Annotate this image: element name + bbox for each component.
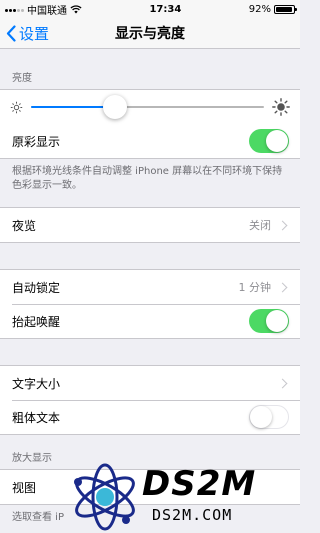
- text-size-label: 文字大小: [12, 376, 61, 391]
- night-shift-group: 夜览 关闭: [0, 207, 300, 243]
- zoom-footer: 选取查看 iP: [12, 512, 64, 523]
- true-tone-row: 原彩显示: [0, 124, 300, 158]
- auto-lock-right: 1 分钟: [239, 279, 290, 295]
- brightness-header: 亮度: [12, 73, 32, 84]
- auto-lock-row[interactable]: 自动锁定 1 分钟: [0, 270, 300, 304]
- text-size-right: [277, 378, 289, 388]
- zoom-view-row[interactable]: 视图: [0, 470, 300, 504]
- carrier-label: 中国联通: [27, 5, 67, 17]
- page-title: 显示与亮度: [115, 26, 185, 42]
- zoom-header: 放大显示: [12, 453, 52, 464]
- zoom-view-label: 视图: [12, 480, 37, 495]
- bold-text-row: 粗体文本: [0, 400, 300, 434]
- sun-small-icon: [10, 101, 23, 113]
- night-shift-right: 关闭: [249, 217, 289, 233]
- brightness-slider-row: [0, 90, 300, 124]
- auto-lock-value: 1 分钟: [238, 281, 272, 294]
- status-right: 92%: [248, 3, 297, 15]
- text-group: 文字大小 粗体文本: [0, 365, 300, 435]
- chevron-right-icon: [277, 220, 288, 230]
- brightness-group: 原彩显示: [0, 89, 300, 159]
- zoom-group: 视图: [0, 469, 300, 505]
- text-size-row[interactable]: 文字大小: [0, 366, 300, 400]
- toggle-knob: [266, 130, 288, 152]
- brightness-slider-thumb[interactable]: [102, 95, 127, 119]
- brightness-slider[interactable]: [31, 95, 264, 119]
- bold-text-toggle[interactable]: [249, 405, 289, 429]
- battery-percent: 92%: [248, 3, 271, 15]
- navigation-bar: 设置 显示与亮度: [0, 18, 300, 49]
- status-bar: 中国联通 17:34 92%: [0, 0, 300, 18]
- auto-lock-label: 自动锁定: [12, 280, 61, 295]
- night-shift-value: 关闭: [249, 219, 271, 232]
- chevron-right-icon: [277, 378, 288, 388]
- status-time: 17:34: [149, 3, 182, 15]
- night-shift-label: 夜览: [12, 218, 37, 233]
- bold-text-label: 粗体文本: [12, 410, 61, 425]
- chevron-left-icon: [6, 25, 16, 42]
- back-button[interactable]: 设置: [6, 18, 49, 49]
- true-tone-label: 原彩显示: [12, 134, 61, 149]
- toggle-knob: [266, 310, 288, 332]
- true-tone-toggle[interactable]: [249, 129, 289, 153]
- chevron-right-icon: [277, 282, 288, 292]
- true-tone-footer: 根据环境光线条件自动调整 iPhone 屏幕以在不同环境下保持色彩显示一致。: [12, 166, 283, 191]
- signal-icon: [5, 6, 24, 12]
- raise-to-wake-row: 抬起唤醒: [0, 304, 300, 338]
- lock-group: 自动锁定 1 分钟 抬起唤醒: [0, 269, 300, 339]
- toggle-knob: [250, 406, 272, 428]
- battery-icon: [273, 4, 297, 14]
- wifi-icon: [70, 4, 82, 13]
- raise-to-wake-label: 抬起唤醒: [12, 314, 61, 329]
- back-label: 设置: [19, 25, 50, 43]
- night-shift-row[interactable]: 夜览 关闭: [0, 208, 300, 242]
- sun-large-icon: [272, 98, 290, 116]
- raise-to-wake-toggle[interactable]: [249, 309, 289, 333]
- status-left: 中国联通: [5, 2, 82, 17]
